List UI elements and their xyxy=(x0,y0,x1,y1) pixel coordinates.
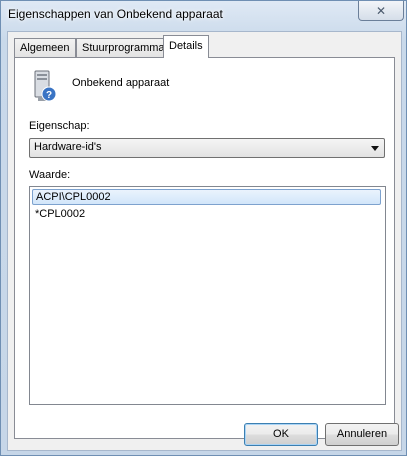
value-label: Waarde: xyxy=(29,169,71,181)
tab-details[interactable]: Details xyxy=(163,35,209,58)
unknown-device-icon: ? xyxy=(34,70,57,102)
chevron-down-icon xyxy=(371,146,379,151)
ok-button[interactable]: OK xyxy=(244,423,318,446)
dialog-client-area: Algemeen Stuurprogramma Details ? Onbeke… xyxy=(7,31,402,451)
cancel-button[interactable]: Annuleren xyxy=(325,423,399,446)
value-list[interactable]: ACPI\CPL0002 *CPL0002 xyxy=(29,186,386,405)
title-bar[interactable]: Eigenschappen van Onbekend apparaat ✕ xyxy=(1,1,406,31)
tab-algemeen[interactable]: Algemeen xyxy=(14,38,76,57)
svg-text:?: ? xyxy=(46,90,52,101)
list-item[interactable]: *CPL0002 xyxy=(32,206,381,222)
list-item[interactable]: ACPI\CPL0002 xyxy=(32,189,381,205)
property-selected-value: Hardware-id's xyxy=(34,141,102,153)
close-button[interactable]: ✕ xyxy=(358,1,404,21)
details-panel: ? Onbekend apparaat Eigenschap: Hardware… xyxy=(14,57,395,439)
close-icon: ✕ xyxy=(375,3,387,18)
tab-stuurprogramma[interactable]: Stuurprogramma xyxy=(76,38,171,57)
window-title: Eigenschappen van Onbekend apparaat xyxy=(8,7,223,21)
properties-window: Eigenschappen van Onbekend apparaat ✕ Al… xyxy=(0,0,407,456)
property-label: Eigenschap: xyxy=(29,120,90,132)
property-dropdown[interactable]: Hardware-id's xyxy=(29,138,385,158)
device-name: Onbekend apparaat xyxy=(72,77,170,89)
